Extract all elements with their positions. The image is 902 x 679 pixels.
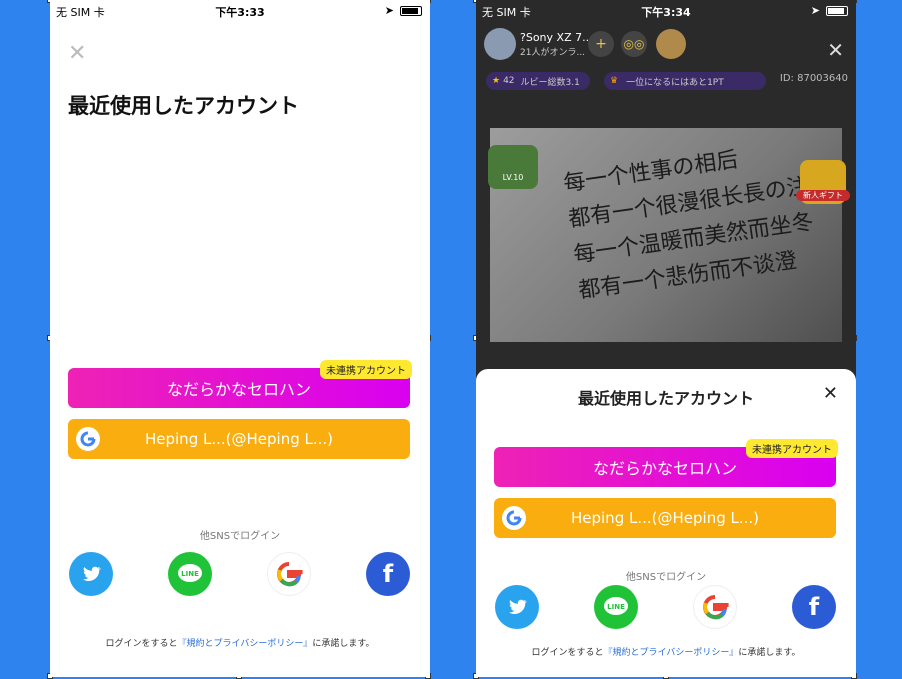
recent-account-button[interactable]: なだらかなセロハン 未連携アカウント bbox=[68, 360, 412, 408]
add-user-icon: + bbox=[595, 36, 607, 52]
live-video: 每一个性事の相后 都有一个很漫很长長の注法 每一个温暖而美然而坐冬 都有一个悲伤… bbox=[490, 128, 842, 342]
viewer-avatar[interactable] bbox=[656, 29, 686, 59]
event-sleigh-icon[interactable]: LV.10 bbox=[488, 145, 538, 189]
google-icon bbox=[76, 427, 100, 451]
line-icon: LINE bbox=[604, 597, 628, 615]
close-icon[interactable]: ✕ bbox=[823, 383, 838, 404]
rank-pill[interactable]: ♛ 一位になるにはあと1PT bbox=[604, 72, 766, 90]
facebook-login-button[interactable]: f bbox=[366, 552, 410, 596]
login-screen: 无 SIM 卡 下午3:33 ➤ ✕ 最近使用したアカウント なだらかなセロハン… bbox=[50, 0, 430, 677]
google-account-button[interactable]: Heping L...(@Heping L...) bbox=[494, 498, 836, 538]
twitter-icon bbox=[83, 566, 101, 581]
terms-link[interactable]: 『規約とプライバシーポリシー』 bbox=[604, 648, 739, 658]
svg-text:LINE: LINE bbox=[607, 603, 625, 611]
viewers-button[interactable]: ◎◎ bbox=[621, 31, 647, 57]
line-login-button[interactable]: LINE bbox=[594, 585, 638, 629]
status-bar: 无 SIM 卡 下午3:34 ➤ bbox=[476, 0, 856, 22]
line-icon: LINE bbox=[178, 564, 202, 582]
crown-icon: ♛ bbox=[610, 76, 619, 86]
line-login-button[interactable]: LINE bbox=[168, 552, 212, 596]
google-icon bbox=[502, 506, 526, 530]
account-name: なだらかなセロハン bbox=[166, 380, 311, 399]
gift-box-icon[interactable]: 新人ギフト bbox=[796, 160, 850, 204]
google-login-button[interactable] bbox=[267, 552, 311, 596]
facebook-icon: f bbox=[808, 593, 820, 621]
host-avatar[interactable] bbox=[484, 28, 516, 60]
account-name: なだらかなセロハン bbox=[592, 459, 737, 478]
sheet-title: 最近使用したアカウント bbox=[577, 389, 754, 408]
page-title: 最近使用したアカウント bbox=[68, 94, 299, 118]
google-account-label: Heping L...(@Heping L...) bbox=[144, 430, 333, 448]
recent-account-button[interactable]: なだらかなセロハン 未連携アカウント bbox=[494, 439, 838, 487]
close-icon[interactable]: ✕ bbox=[68, 43, 86, 65]
other-sns-label: 他SNSでログイン bbox=[625, 572, 707, 583]
login-sheet: 最近使用したアカウント ✕ なだらかなセロハン 未連携アカウント Heping … bbox=[476, 369, 856, 677]
google-account-button[interactable]: Heping L...(@Heping L...) bbox=[68, 419, 410, 459]
facebook-login-button[interactable]: f bbox=[792, 585, 836, 629]
terms-link[interactable]: 『規約とプライバシーポリシー』 bbox=[178, 639, 313, 649]
close-icon[interactable]: ✕ bbox=[827, 38, 844, 62]
status-bar: 无 SIM 卡 下午3:33 ➤ bbox=[50, 0, 430, 22]
follow-button[interactable]: + bbox=[588, 31, 614, 57]
battery-icon bbox=[826, 5, 848, 16]
twitter-login-button[interactable] bbox=[495, 585, 539, 629]
star-icon: ★ bbox=[492, 76, 501, 86]
clock: 下午3:33 bbox=[215, 6, 265, 19]
svg-text:LINE: LINE bbox=[181, 570, 199, 578]
twitter-icon bbox=[509, 599, 527, 614]
terms-text: ログインをすると『規約とプライバシーポリシー』に承諾します。 bbox=[105, 639, 375, 649]
unlinked-badge: 未連携アカウント bbox=[746, 439, 838, 458]
users-icon: ◎◎ bbox=[623, 37, 645, 51]
location-icon: ➤ bbox=[384, 4, 394, 17]
room-id: ID: 87003640 bbox=[779, 73, 848, 84]
google-login-button[interactable] bbox=[693, 585, 737, 629]
unlinked-badge: 未連携アカウント bbox=[320, 360, 412, 379]
live-header: ?Sony XZ 7... 21人がオンラ... + ◎◎ ✕ ★ 42 ルビー… bbox=[476, 22, 856, 122]
location-icon: ➤ bbox=[810, 4, 820, 17]
ruby-pill[interactable]: ★ 42 ルビー総数3.1 bbox=[486, 72, 590, 90]
room-name: ?Sony XZ 7... bbox=[520, 31, 593, 44]
handwritten-text: 每一个性事の相后 都有一个很漫很长長の注法 每一个温暖而美然而坐冬 都有一个悲伤… bbox=[561, 147, 832, 304]
battery-icon bbox=[400, 5, 422, 16]
google-icon bbox=[703, 595, 729, 620]
google-icon bbox=[277, 562, 303, 587]
room-online-count: 21人がオンラ... bbox=[520, 48, 586, 58]
live-room-screen: 无 SIM 卡 下午3:34 ➤ ?Sony XZ 7... 21人がオンラ..… bbox=[476, 0, 856, 677]
twitter-login-button[interactable] bbox=[69, 552, 113, 596]
other-sns-label: 他SNSでログイン bbox=[199, 531, 281, 542]
google-account-label: Heping L...(@Heping L...) bbox=[570, 509, 759, 527]
facebook-icon: f bbox=[382, 560, 394, 588]
terms-text: ログインをすると『規約とプライバシーポリシー』に承諾します。 bbox=[531, 648, 801, 658]
clock: 下午3:34 bbox=[641, 6, 691, 19]
